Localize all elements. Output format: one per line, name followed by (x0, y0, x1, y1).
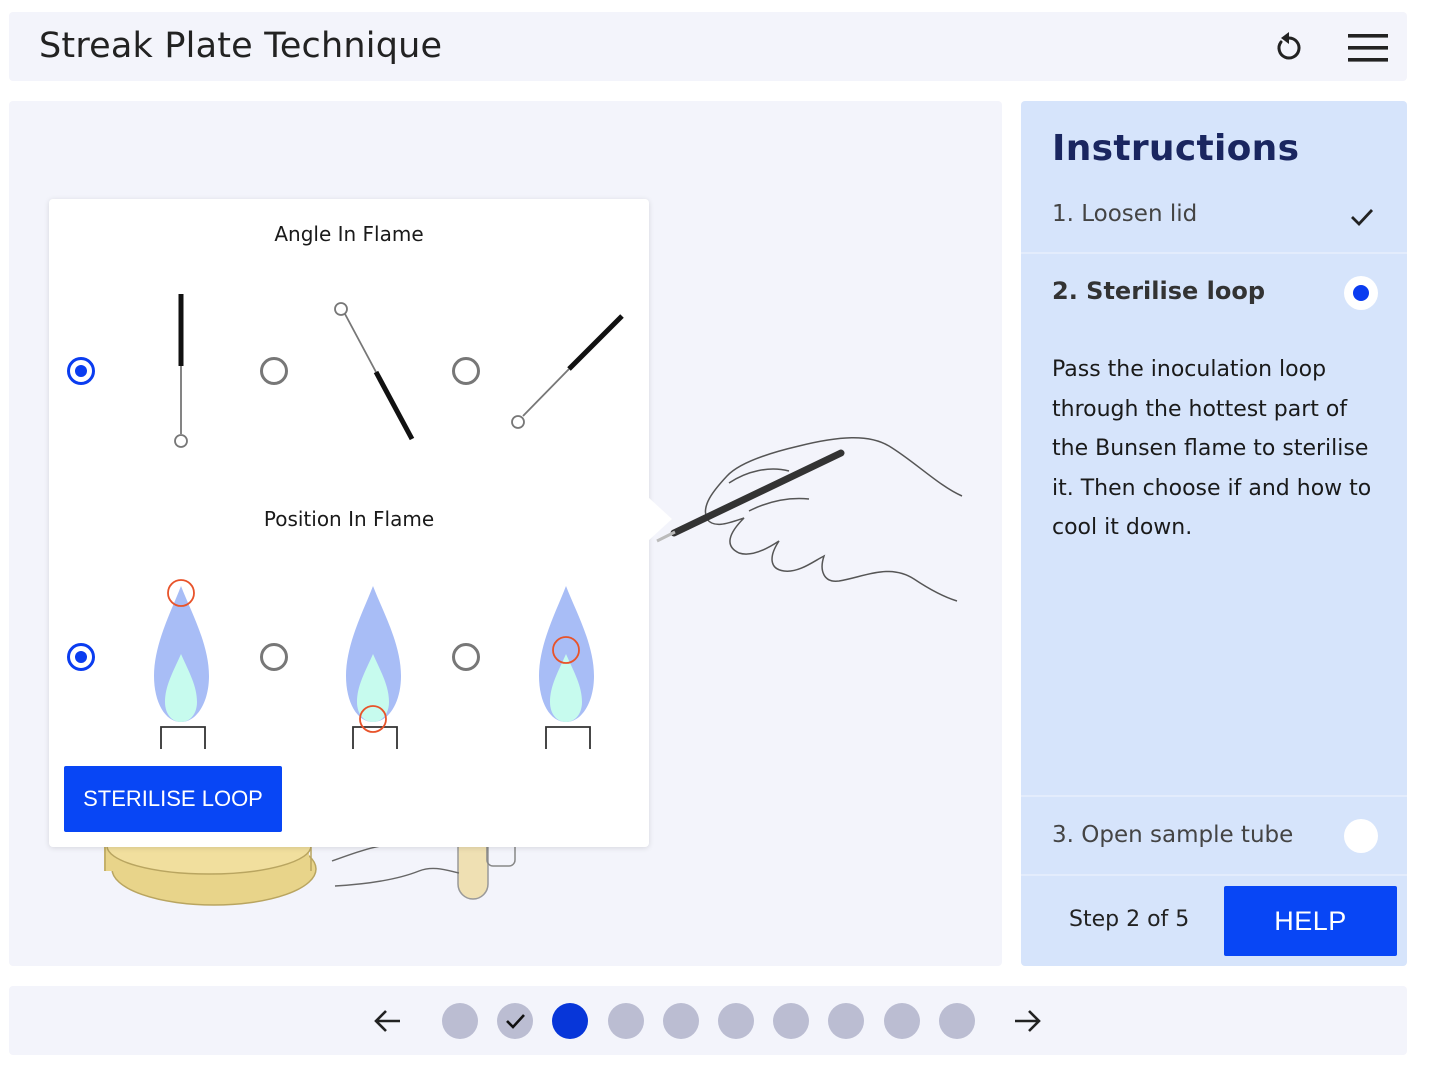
progress-dot-5[interactable] (662, 1003, 699, 1039)
progress-dot-9[interactable] (883, 1003, 920, 1039)
step-2-label: 2. Sterilise loop (1052, 277, 1266, 305)
checkmark-icon (506, 1014, 526, 1029)
sterilise-loop-button[interactable]: STERILISE LOOP (64, 766, 282, 832)
top-bar: Streak Plate Technique (9, 12, 1407, 81)
vertical-loop-icon (174, 294, 188, 448)
pending-step-indicator-icon (1344, 819, 1378, 853)
position-option-3-radio[interactable] (452, 643, 480, 671)
position-option-1-radio[interactable] (67, 643, 95, 671)
progress-dot-2[interactable] (497, 1003, 534, 1039)
progress-dot-7[interactable] (773, 1003, 810, 1039)
step-3-label: 3. Open sample tube (1052, 822, 1294, 848)
step-description: Pass the inoculation loop through the ho… (1052, 357, 1372, 540)
angle-option-2-radio[interactable] (260, 357, 288, 385)
angle-option-3-radio[interactable] (452, 357, 480, 385)
reset-icon[interactable] (1269, 28, 1309, 68)
step-divider (1021, 874, 1407, 876)
step-navigation-bar (9, 986, 1407, 1055)
flame-tip-position-icon (154, 579, 209, 749)
arrow-right-icon[interactable] (1009, 1003, 1045, 1039)
progress-dot-8[interactable] (828, 1003, 865, 1039)
flame-base-position-icon (346, 586, 401, 749)
position-option-2-radio[interactable] (260, 643, 288, 671)
step-1-row[interactable]: 1. Loosen lid (1021, 191, 1407, 251)
app-title: Streak Plate Technique (39, 26, 443, 66)
hand-with-loop-illustration (704, 437, 963, 602)
help-button[interactable]: HELP (1224, 886, 1397, 956)
current-step-indicator-icon (1344, 276, 1378, 310)
progress-dot-10[interactable] (938, 1003, 975, 1039)
loop-options-popup: Angle In Flame Position In Flame STERILI… (49, 199, 649, 847)
instructions-panel: Instructions 1. Loosen lid 2. Sterilise … (1021, 101, 1407, 966)
instructions-title: Instructions (1052, 128, 1300, 169)
progress-dot-1[interactable] (442, 1003, 478, 1039)
progress-dot-6[interactable] (718, 1003, 754, 1039)
popup-pointer (648, 497, 672, 541)
angle-section-title: Angle In Flame (274, 222, 424, 246)
step-counter: Step 2 of 5 (1069, 907, 1190, 932)
progress-dot-3[interactable] (552, 1003, 589, 1039)
step-3-row[interactable]: 3. Open sample tube (1021, 797, 1407, 874)
tilted-loop-icon (334, 302, 415, 441)
arrow-left-icon[interactable] (370, 1003, 406, 1039)
angle-option-1-radio[interactable] (67, 357, 95, 385)
checkmark-icon (1351, 209, 1374, 227)
position-section-title: Position In Flame (263, 507, 435, 531)
diagonal-loop-icon (511, 314, 624, 429)
flame-middle-position-icon (539, 586, 594, 749)
hamburger-menu-icon[interactable] (1346, 28, 1390, 68)
step-1-label: 1. Loosen lid (1052, 201, 1198, 227)
progress-dot-4[interactable] (607, 1003, 644, 1039)
